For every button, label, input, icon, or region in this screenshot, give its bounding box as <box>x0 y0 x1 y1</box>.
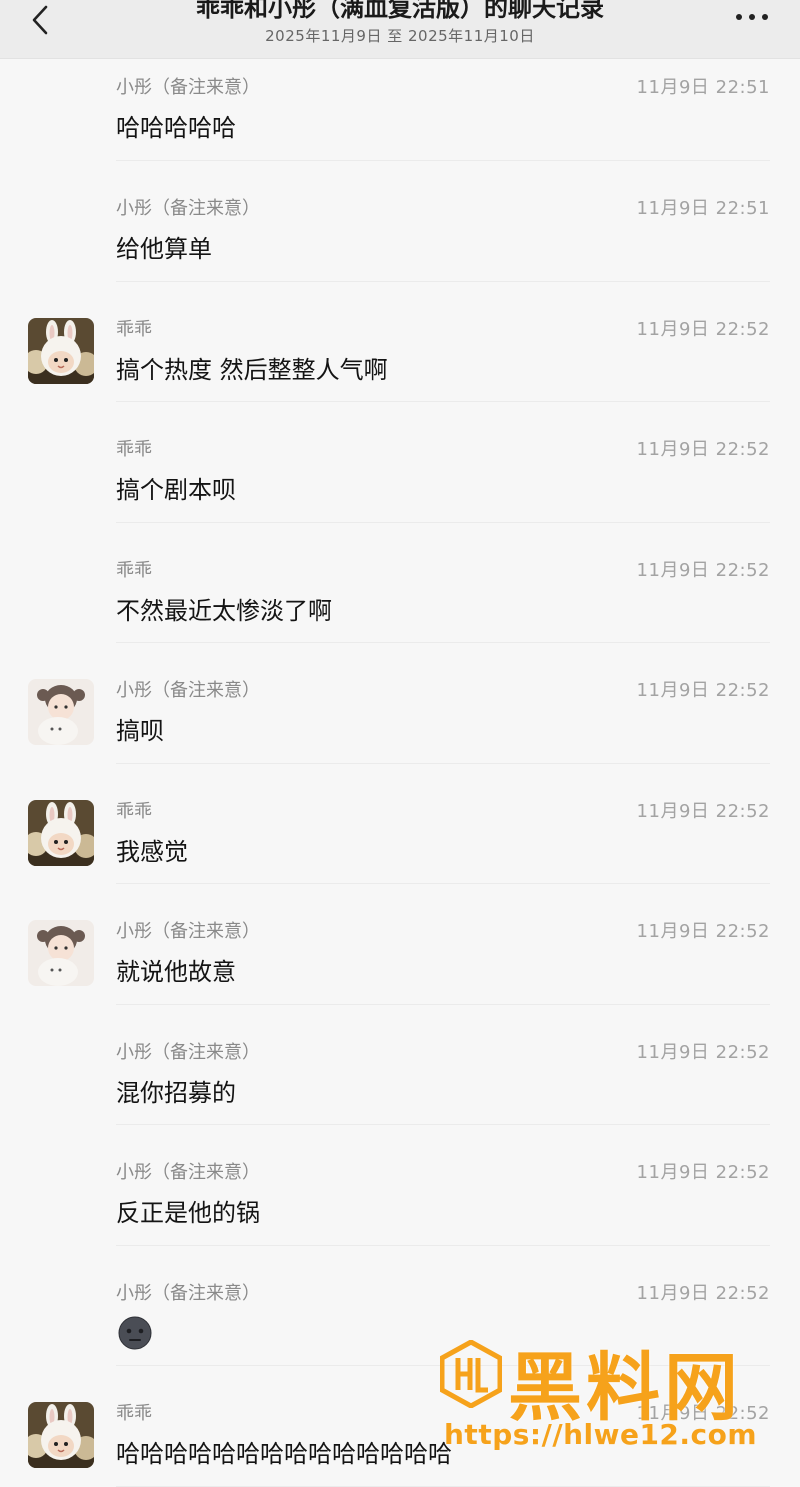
watermark-url: https://hlwe12.com <box>444 1418 758 1451</box>
message-text: 搞个剧本呗 <box>116 476 236 504</box>
message-time: 11月9日 22:52 <box>636 800 770 822</box>
message-row[interactable]: 小彤（备注来意） 11月9日 22:52 反正是他的锅 <box>0 1125 800 1246</box>
sender-name: 乖乖 <box>116 559 152 581</box>
message-text: 搞个热度 然后整整人气啊 <box>116 355 388 384</box>
watermark-logo-icon <box>440 1340 502 1408</box>
sender-name: 小彤（备注来意） <box>116 1041 260 1063</box>
message-time: 11月9日 22:51 <box>636 77 770 98</box>
chevron-left-icon <box>32 5 48 35</box>
message-time: 11月9日 22:52 <box>636 680 770 701</box>
sender-name: 小彤（备注来意） <box>116 921 260 942</box>
message-text: 哈哈哈哈哈哈哈哈哈哈哈哈哈哈 <box>116 1440 452 1468</box>
sender-name: 乖乖 <box>116 1403 152 1424</box>
message-row[interactable]: 乖乖 11月9日 22:52 搞个剧本呗 <box>0 402 800 523</box>
sender-name: 乖乖 <box>116 439 152 460</box>
sender-name: 小彤（备注来意） <box>116 680 260 701</box>
sender-name: 乖乖 <box>116 800 152 822</box>
message-text: 搞呗 <box>116 717 164 745</box>
message-row[interactable]: 小彤（备注来意） 11月9日 22:52 就说他故意 <box>0 884 800 1005</box>
message-time: 11月9日 22:52 <box>636 921 770 942</box>
dark-face-emoji-icon <box>118 1316 152 1350</box>
bunny-avatar[interactable] <box>28 317 94 384</box>
message-row[interactable]: 小彤（备注来意） 11月9日 22:52 混你招募的 <box>0 1005 800 1125</box>
divider <box>116 1485 770 1487</box>
watermark: 黑料网 https://hlwe12.com <box>440 1338 770 1458</box>
bunny-avatar[interactable] <box>28 1402 94 1468</box>
message-time: 11月9日 22:52 <box>636 559 770 581</box>
more-options-button[interactable] <box>732 6 772 28</box>
message-row[interactable]: 乖乖 11月9日 22:52 搞个热度 然后整整人气啊 <box>0 282 800 402</box>
message-text: 我感觉 <box>116 837 188 866</box>
sender-name: 小彤（备注来意） <box>116 1282 260 1304</box>
message-time: 11月9日 22:52 <box>636 318 770 340</box>
message-list[interactable]: 小彤（备注来意） 11月9日 22:51 哈哈哈哈哈 小彤（备注来意） 11月9日 22… <box>0 58 800 1487</box>
sender-name: 小彤（备注来意） <box>116 77 260 98</box>
message-text: 给他算单 <box>116 235 212 263</box>
message-row[interactable]: 小彤（备注来意） 11月9日 22:52 搞呗 <box>0 643 800 764</box>
message-text: 不然最近太惨淡了啊 <box>116 596 332 625</box>
girl-avatar[interactable] <box>28 679 94 745</box>
message-time: 11月9日 22:51 <box>636 198 770 219</box>
back-button[interactable] <box>22 0 58 40</box>
sender-name: 乖乖 <box>116 318 152 340</box>
message-time: 11月9日 22:52 <box>636 1041 770 1063</box>
page-title: 乖乖和小彤（满血复活版）的聊天记录 <box>196 0 604 22</box>
message-text: 就说他故意 <box>116 958 236 986</box>
message-row[interactable]: 小彤（备注来意） 11月9日 22:51 给他算单 <box>0 161 800 282</box>
message-time: 11月9日 22:52 <box>636 1162 770 1183</box>
message-text: 反正是他的锅 <box>116 1199 260 1227</box>
message-time: 11月9日 22:52 <box>636 1282 770 1304</box>
girl-avatar[interactable] <box>28 920 94 986</box>
message-text: 哈哈哈哈哈 <box>116 114 236 142</box>
message-row[interactable]: 乖乖 11月9日 22:52 不然最近太惨淡了啊 <box>0 523 800 643</box>
more-dots-icon <box>736 14 768 20</box>
message-row[interactable]: 乖乖 11月9日 22:52 我感觉 <box>0 764 800 884</box>
bunny-avatar[interactable] <box>28 799 94 866</box>
message-time: 11月9日 22:52 <box>636 439 770 460</box>
message-text: 混你招募的 <box>116 1078 236 1107</box>
sender-name: 小彤（备注来意） <box>116 198 260 219</box>
message-row[interactable]: 小彤（备注来意） 11月9日 22:51 哈哈哈哈哈 <box>0 58 800 161</box>
sender-name: 小彤（备注来意） <box>116 1162 260 1183</box>
